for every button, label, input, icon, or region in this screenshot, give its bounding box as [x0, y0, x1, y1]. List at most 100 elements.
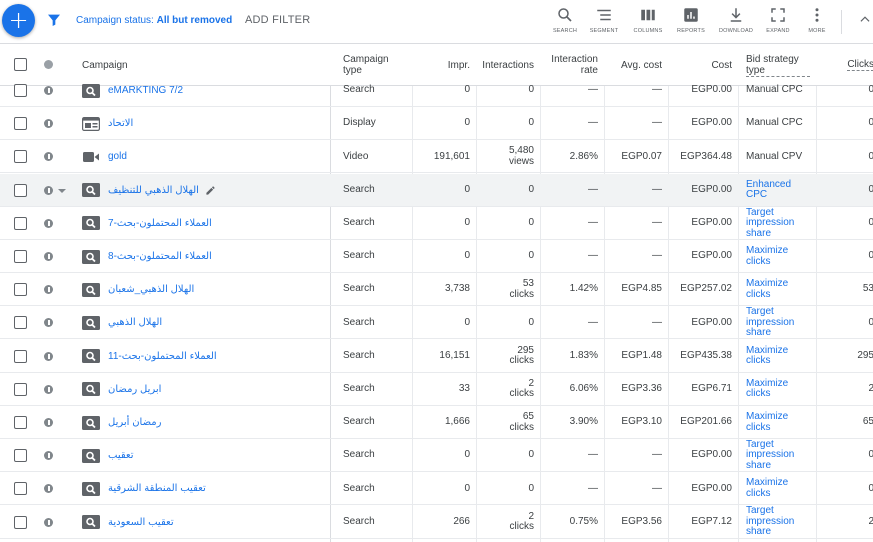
table-row[interactable]: العملاء المحتملون-بحث-7 Search 0 0 — — EGP0.00… [0, 207, 873, 240]
campaign-name-link[interactable]: رمضان أبريل [108, 406, 161, 439]
row-checkbox[interactable] [14, 316, 27, 330]
table-row[interactable]: الهلال الذهبي Search 0 0 — — EGP0.00 Target imp… [0, 306, 873, 340]
row-checkbox[interactable] [14, 250, 27, 263]
table-row[interactable]: العملاء المحتملون-بحث-11 Search 16,151 295 c… [0, 340, 873, 373]
plus-icon: + [8, 5, 29, 34]
campaign-name-link[interactable]: الاتحاد [108, 107, 133, 140]
row-checkbox[interactable] [14, 150, 27, 164]
table-row[interactable]: تعقيب السعودية Search 266 2 clicks 0.75% EGP3.… [0, 506, 873, 539]
bid-strategy-cell[interactable]: Maximize clicks [740, 373, 816, 406]
filter-chip-label: Campaign status: [76, 15, 154, 26]
table-row[interactable]: تعقيب Search 0 0 — — EGP0.00 Target impression … [0, 439, 873, 473]
bid-strategy-cell[interactable]: Target impression share [740, 506, 816, 539]
bid-strategy-cell[interactable]: Enhanced CPC [740, 174, 816, 207]
table-row[interactable]: العملاء المحتملون-بحث-8 Search 0 0 — — EGP0.00… [0, 240, 873, 273]
campaign-name-link[interactable]: تعقيب المنطقة الشرقية [108, 472, 206, 505]
table-row[interactable]: eMARKTING 7/2 Search 0 0 — — EGP0.00 Manual CPC… [0, 74, 873, 107]
campaign-name-link[interactable]: الهلال الذهبي للتنظيف [108, 174, 216, 207]
status-icon[interactable] [44, 418, 53, 427]
status-icon[interactable] [44, 351, 53, 361]
new-campaign-button[interactable]: + [2, 4, 35, 37]
bid-strategy-cell[interactable]: Target impression share [740, 306, 816, 339]
edit-pencil-icon[interactable] [205, 185, 216, 196]
columns-tool-button[interactable]: COLUMNS [632, 6, 664, 38]
bid-strategy-cell[interactable]: Maximize clicks [740, 273, 816, 306]
status-icon[interactable] [44, 484, 53, 494]
bid-strategy-cell[interactable]: Maximize clicks [740, 406, 816, 439]
select-all-checkbox[interactable] [14, 58, 27, 71]
row-checkbox[interactable] [14, 183, 27, 197]
table-row[interactable]: تعقيب المنطقة الشرقية Search 0 0 — — EGP0.00 Ma… [0, 472, 873, 506]
campaign-name-link[interactable]: ابريل رمضان [108, 373, 161, 406]
campaign-type-cell: Search [343, 316, 375, 328]
cost-cell: EGP7.12 [691, 515, 732, 527]
clicks-cell: 0 [868, 316, 873, 328]
interactions-value: 65 [522, 411, 534, 422]
bid-strategy-cell[interactable]: Maximize clicks [740, 340, 816, 373]
status-icon[interactable] [44, 318, 53, 328]
status-icon[interactable] [44, 517, 53, 527]
status-icon[interactable] [44, 384, 53, 394]
status-icon[interactable] [44, 451, 53, 461]
chevron-up-icon[interactable] [858, 12, 872, 26]
table-row[interactable]: رمضان أبريل Search 1,666 65 clicks 3.90% EGP3.… [0, 406, 873, 439]
search-campaign-icon [82, 382, 100, 397]
reports-tool-label: REPORTS [677, 28, 705, 34]
row-checkbox[interactable] [14, 416, 27, 429]
row-checkbox[interactable] [14, 382, 27, 396]
interactions-value: 0 [528, 250, 534, 262]
table-row[interactable]: الهلال الذهبي للتنظيف Search 0 0 — — EGP0.00 En… [0, 173, 873, 207]
row-checkbox[interactable] [14, 349, 27, 363]
row-checkbox[interactable] [14, 449, 27, 463]
table-row[interactable]: الاتحاد Display 0 0 — — EGP0.00 Manual CPC 0 [0, 107, 873, 141]
reports-tool-button[interactable]: REPORTS [675, 6, 707, 38]
more-tool-button[interactable]: MORE [801, 6, 833, 38]
avg-cost-cell: — [652, 482, 662, 494]
search-tool-button[interactable]: SEARCH [549, 6, 581, 38]
campaign-type-cell: Search [343, 250, 375, 262]
interactions-cell: 0 [476, 74, 540, 107]
campaign-name-link[interactable]: تعقيب [108, 439, 134, 472]
clicks-cell: 2 [868, 515, 873, 527]
bid-strategy-cell[interactable]: Target impression share [740, 207, 816, 240]
status-icon[interactable] [44, 152, 53, 162]
status-icon[interactable] [44, 119, 53, 129]
row-checkbox[interactable] [14, 84, 27, 97]
clicks-cell: 0 [868, 250, 873, 262]
status-icon[interactable] [44, 252, 53, 261]
bid-strategy-cell[interactable]: Maximize clicks [740, 240, 816, 273]
bid-strategy-cell[interactable]: Target impression share [740, 439, 816, 472]
campaign-name-link[interactable]: تعقيب السعودية [108, 506, 174, 539]
campaign-name-link[interactable]: العملاء المحتملون-بحث-11 [108, 340, 217, 373]
cost-cell: EGP0.00 [691, 217, 732, 229]
status-icon[interactable] [44, 285, 53, 295]
campaign-name-link[interactable]: الهلال الذهبي [108, 306, 162, 339]
table-row[interactable]: ابريل رمضان Search 33 2 clicks 6.06% EGP3.36 EG… [0, 373, 873, 406]
bid-strategy-cell[interactable]: Maximize clicks [740, 472, 816, 505]
campaign-name-link[interactable]: العملاء المحتملون-بحث-8 [108, 240, 212, 273]
table-row[interactable]: gold Video 191,601 5,480 views 2.86% EGP0.07 EG… [0, 140, 873, 174]
campaign-name-link[interactable]: العملاء المحتملون-بحث-7 [108, 207, 212, 240]
campaign-status-filter-chip[interactable]: Campaign status: All but removed [76, 15, 232, 26]
segment-tool-button[interactable]: SEGMENT [588, 6, 620, 38]
campaign-name-link[interactable]: eMARKTING 7/2 [108, 74, 183, 107]
campaign-name: العملاء المحتملون-بحث-7 [108, 217, 212, 229]
row-checkbox[interactable] [14, 515, 27, 529]
row-checkbox[interactable] [14, 216, 27, 230]
row-checkbox[interactable] [14, 482, 27, 496]
add-filter-button[interactable]: ADD FILTER [245, 14, 310, 26]
status-icon[interactable] [44, 86, 53, 95]
status-dropdown-chevron-icon[interactable] [58, 188, 66, 193]
interaction-rate-cell: 6.06% [569, 383, 598, 395]
filter-icon[interactable] [46, 12, 62, 28]
expand-tool-button[interactable]: EXPAND [762, 6, 794, 38]
campaign-name-link[interactable]: الهلال الذهبي_شعبان [108, 273, 194, 306]
row-checkbox[interactable] [14, 283, 27, 297]
table-row[interactable]: الهلال الذهبي_شعبان Search 3,738 53 clicks 1.… [0, 273, 873, 307]
campaign-name-link[interactable]: gold [108, 140, 127, 173]
status-icon[interactable] [44, 185, 53, 195]
row-checkbox[interactable] [14, 117, 27, 131]
interactions-cell: 0 [476, 472, 540, 505]
download-tool-button[interactable]: DOWNLOAD [719, 6, 753, 38]
status-icon[interactable] [44, 218, 53, 228]
